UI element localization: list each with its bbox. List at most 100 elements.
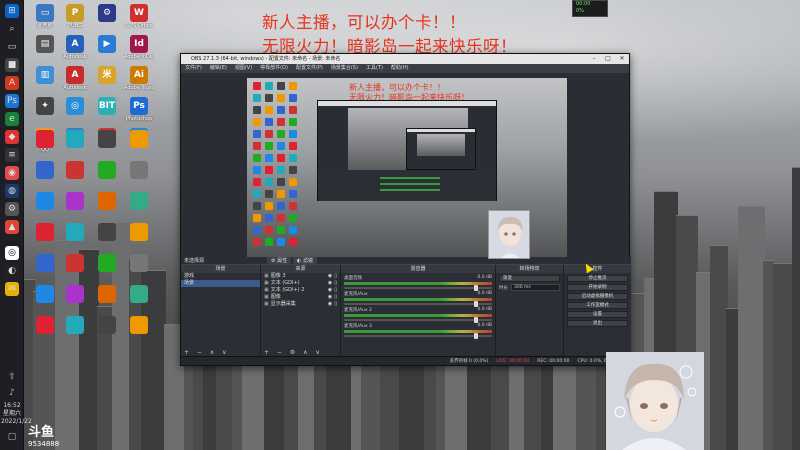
desktop-icon[interactable] (60, 161, 90, 179)
steam-icon[interactable]: ◍ (5, 184, 19, 198)
volume-slider-handle[interactable] (474, 301, 479, 307)
clock[interactable]: 16:52 星期六 2022/1/22 (1, 402, 32, 426)
taskbar-app-icon[interactable]: ◆ (5, 130, 19, 144)
desktop-icon[interactable] (60, 192, 90, 210)
obs-window[interactable]: OBS 27.1.3 (64-bit, windows) - 配置文件: 未命名… (180, 53, 631, 366)
desktop-icon[interactable]: W WPS Office (124, 4, 154, 29)
desktop-icon[interactable]: A Autodesk (60, 66, 90, 91)
lock-icon[interactable]: ▯ (334, 280, 337, 287)
control-button[interactable]: 退出 (567, 320, 628, 327)
desktop-icon[interactable] (92, 192, 122, 210)
desktop-icon[interactable] (60, 223, 90, 241)
taskbar-app-icon[interactable]: A (5, 76, 19, 90)
desktop-icon[interactable] (124, 254, 154, 272)
desktop-icon[interactable]: ◎ (60, 97, 90, 116)
desktop-icon[interactable] (124, 192, 154, 210)
desktop-icon[interactable] (92, 285, 122, 303)
desktop-icon[interactable] (92, 316, 122, 334)
desktop-icon[interactable] (92, 130, 122, 148)
minimize-icon[interactable]: – (587, 54, 601, 64)
notification-icon[interactable]: ▢ (5, 430, 19, 444)
taskbar-app-icon[interactable]: ◉ (5, 166, 19, 180)
visibility-eye-icon[interactable]: ◉ (328, 287, 332, 294)
control-button[interactable]: 停止推流 (567, 275, 628, 282)
taskbar-app-icon[interactable]: ⚙ (5, 202, 19, 216)
desktop-icon[interactable]: IdAdobe InDesign (124, 35, 154, 60)
source-item[interactable]: ▣ 文本 (GDI+) 2 ◉ ▯ (261, 287, 340, 294)
source-item[interactable]: ▣ 文本 (GDI+) ◉ ▯ (261, 280, 340, 287)
taskbar-app-icon[interactable]: Ps (5, 94, 19, 108)
lock-icon[interactable]: ▯ (334, 287, 337, 294)
control-button[interactable]: 设置 (567, 311, 628, 318)
visibility-eye-icon[interactable]: ◉ (328, 273, 332, 280)
desktop-icon[interactable] (124, 316, 154, 334)
desktop-icon[interactable] (92, 223, 122, 241)
lock-icon[interactable]: ▯ (334, 301, 337, 308)
network-icon[interactable]: ⇧ (5, 370, 19, 384)
control-button[interactable]: 工作室模式 (567, 302, 628, 309)
desktop-icon[interactable] (60, 285, 90, 303)
menu-item[interactable]: 配置文件(P) (296, 64, 323, 73)
desktop-icon[interactable]: ▶ (92, 35, 122, 54)
taskbar-app-icon[interactable]: ■ (5, 58, 19, 72)
volume-slider-handle[interactable] (474, 317, 479, 323)
desktop-icon[interactable] (30, 285, 60, 303)
scene-toolbar[interactable]: + − ∧ ∨ (184, 349, 230, 356)
desktop-icon[interactable] (124, 285, 154, 303)
scene-item[interactable]: 游戏 (181, 273, 260, 280)
desktop-icon[interactable]: Ps Photoshop (124, 97, 154, 122)
task-view-icon[interactable]: ▭ (5, 40, 19, 54)
close-icon[interactable]: ✕ (615, 54, 629, 64)
start-icon[interactable]: ⊞ (5, 4, 19, 18)
search-icon[interactable]: ⌕ (5, 22, 19, 36)
volume-slider[interactable] (344, 317, 492, 323)
taskbar-app-icon[interactable]: ✉ (5, 282, 19, 296)
source-item[interactable]: ▣ 图像 ◉ ▯ (261, 294, 340, 301)
obs-taskbar-icon[interactable]: ◎ (5, 246, 19, 260)
desktop-icon[interactable]: ✦ (30, 97, 60, 116)
maximize-icon[interactable]: □ (601, 54, 615, 64)
desktop-icon[interactable] (30, 254, 60, 272)
control-button[interactable]: 启动虚拟摄像机 (567, 293, 628, 300)
edge-icon[interactable]: e (5, 112, 19, 126)
desktop-icon[interactable] (30, 192, 60, 210)
volume-slider[interactable] (344, 285, 492, 291)
source-item[interactable]: ▣ 图像 3 ◉ ▯ (261, 273, 340, 280)
volume-slider[interactable] (344, 301, 492, 307)
menu-item[interactable]: 编辑(E) (210, 64, 227, 73)
desktop-icon[interactable]: AiAdobe Illustrator (124, 66, 154, 91)
desktop-icon[interactable]: A Autodesk (60, 35, 90, 60)
lock-icon[interactable]: ▯ (334, 294, 337, 301)
taskbar-app-icon[interactable]: ≡ (5, 148, 19, 162)
control-button[interactable]: 开始录制 (567, 284, 628, 291)
desktop-icon[interactable]: 米 (92, 66, 122, 85)
volume-slider[interactable] (344, 333, 492, 339)
desktop-icon[interactable] (60, 130, 90, 148)
desktop-icon[interactable]: ▭ 此电脑 (30, 4, 60, 29)
obs-titlebar[interactable]: OBS 27.1.3 (64-bit, windows) - 配置文件: 未命名… (181, 54, 629, 64)
desktop-icon[interactable]: BIT (92, 97, 122, 116)
scene-item[interactable]: 场景 (181, 280, 260, 287)
desktop-icon[interactable] (30, 316, 60, 334)
source-item[interactable]: ▣ 显示器采集 ◉ ▯ (261, 301, 340, 308)
volume-slider-handle[interactable] (474, 285, 479, 291)
menu-item[interactable]: 帮助(H) (391, 64, 409, 73)
desktop-icon[interactable]: ▥ (30, 66, 60, 85)
visibility-eye-icon[interactable]: ◉ (328, 294, 332, 301)
desktop-icon[interactable] (60, 254, 90, 272)
duration-input[interactable]: 300 ms (511, 284, 560, 291)
desktop-icon[interactable] (92, 254, 122, 272)
desktop-icon[interactable] (30, 223, 60, 241)
taskbar-app-icon[interactable]: ▲ (5, 220, 19, 234)
taskbar-app-icon[interactable]: ◐ (5, 264, 19, 278)
menu-item[interactable]: 视图(V) (235, 64, 252, 73)
desktop-icon[interactable]: ⚙ (92, 4, 122, 23)
transition-select[interactable]: 渐变 (499, 275, 560, 282)
desktop-icon[interactable] (124, 223, 154, 241)
desktop-icon[interactable] (60, 316, 90, 334)
menu-item[interactable]: 工具(T) (366, 64, 383, 73)
visibility-eye-icon[interactable]: ◉ (328, 280, 332, 287)
menu-item[interactable]: 场景集合(S) (331, 64, 358, 73)
desktop-icon[interactable] (92, 161, 122, 179)
desktop-icon[interactable] (124, 161, 154, 179)
